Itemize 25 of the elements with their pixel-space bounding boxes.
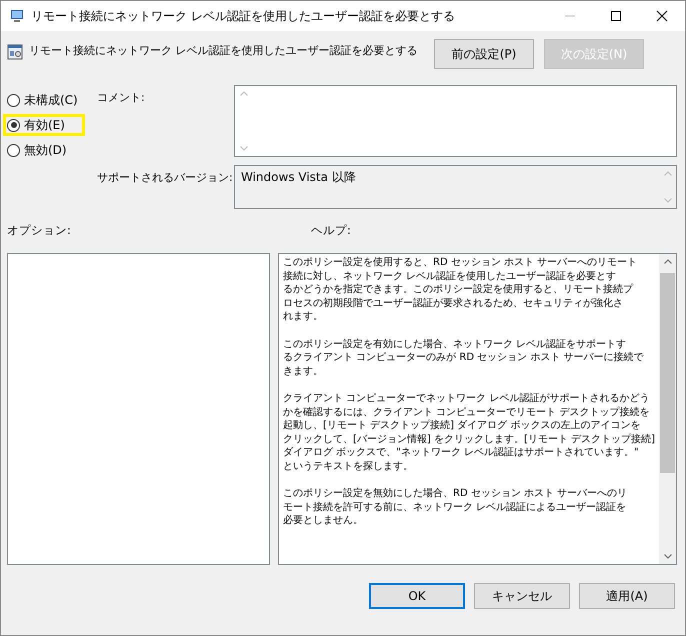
- options-label: オプション:: [7, 223, 72, 239]
- help-paragraph: このポリシー設定を無効にした場合、RD セッション ホスト サーバーへのリ モート接続を許可する前に、ネットワーク レベル認証によるユーザー認証を 必要としません。: [283, 487, 628, 528]
- supported-label: サポートされるバージョン:: [97, 170, 234, 186]
- supported-field: Windows Vista 以降: [234, 165, 677, 209]
- window-title: リモート接続にネットワーク レベル認証を使用したユーザー認証を必要とする: [31, 8, 455, 24]
- dialog-button[interactable]: OK: [369, 583, 465, 609]
- radio-button[interactable]: 未構成(C): [7, 92, 78, 108]
- computer-icon: [9, 8, 25, 24]
- policy-name: リモート接続にネットワーク レベル認証を使用したユーザー認証を必要とする: [29, 43, 418, 58]
- policy-icon: [7, 44, 23, 60]
- dialog-button[interactable]: キャンセル: [474, 583, 570, 609]
- help-paragraph: このポリシー設定を有効にした場合、ネットワーク レベル認証をサポートす るクライアント コンピューターのみが RD セッション ホスト サーバーに接続で きます。: [283, 338, 645, 378]
- scroll-down-icon[interactable]: [664, 554, 672, 559]
- radio-button[interactable]: 有効(E): [7, 116, 65, 134]
- help-label: ヘルプ:: [311, 223, 351, 239]
- scroll-up-icon[interactable]: [664, 259, 672, 264]
- radio-button[interactable]: 無効(D): [7, 142, 67, 158]
- comment-label: コメント:: [97, 90, 146, 106]
- help-paragraph: このポリシー設定を使用すると、RD セッション ホスト サーバーへのリモート 接続に対し、ネットワーク レベル認証を使用したユーザー認証を必要とす るかどうかを指定できます。このポリシー設定を使用すると、リモート接続プ ロセスの初期段階でユーザー認証が要求されるため、セキュリティが強化さ れます。: [283, 256, 638, 324]
- scrollbar[interactable]: [659, 254, 676, 564]
- maximize-icon[interactable]: [610, 10, 622, 22]
- help-paragraph: クライアント コンピューターでネットワーク レベル認証がサポートされるかどう かを確認するには、クライアント コンピューターでリモート デスクトップ接続を 起動し、[リモート デスクトップ接続] ダイアログ ボックスの左上のアイコンを クリックして、[バージョン情報] をクリックします。[リモート デスクトップ接続] ダイアログ ボックスで、"ネットワーク レベル認証はサポートされています。" というテキストを探します。: [283, 392, 655, 474]
- nav-button[interactable]: 前の設定(P): [434, 39, 534, 69]
- dialog-button[interactable]: 適用(A): [579, 583, 675, 609]
- close-icon[interactable]: [656, 10, 668, 22]
